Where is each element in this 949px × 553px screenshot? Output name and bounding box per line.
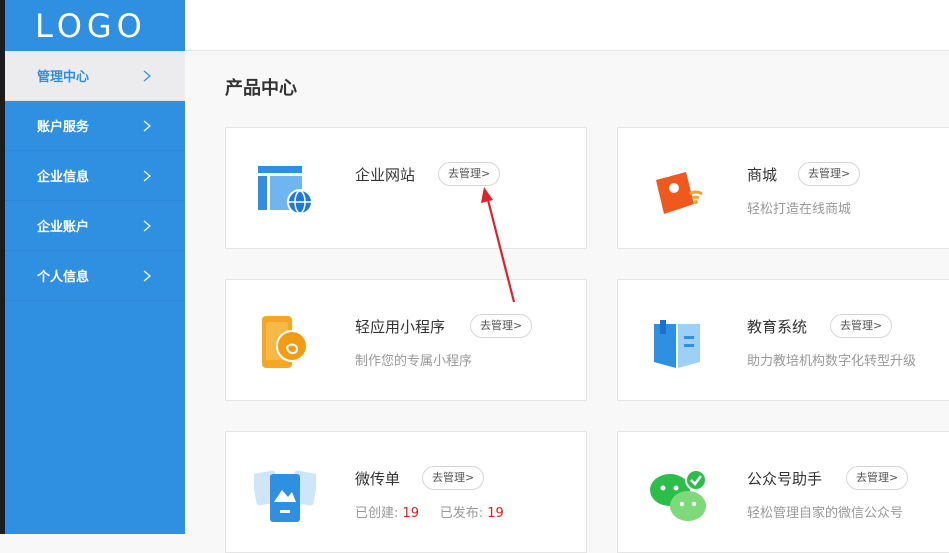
product-name: 企业网站 [355,166,416,184]
sidebar-item-account-service[interactable]: 账户服务 [5,101,185,151]
shopping-bag-icon [656,166,703,214]
logo: LOGO [35,6,147,45]
product-name: 公众号助手 [747,470,823,488]
book-icon [654,320,700,368]
sidebar-item-enterprise-account[interactable]: 企业账户 [5,201,185,251]
product-name: 商城 [747,166,778,184]
product-name: 教育系统 [747,318,808,336]
manage-button[interactable]: 去管理> [798,162,861,186]
product-name: 轻应用小程序 [355,318,446,336]
website-icon [258,166,313,215]
chevron-right-icon [143,70,151,82]
sidebar-item-label: 个人信息 [37,270,90,285]
sidebar-item-label: 账户服务 [37,120,90,135]
product-card-website: 企业网站 去管理> [225,127,587,249]
sidebar: LOGO 管理中心 账户服务 企业信息 企业账户 个人信息 [5,0,185,534]
sidebar-item-label: 企业信息 [37,170,90,185]
manage-button[interactable]: 去管理> [422,466,485,490]
top-bar [185,0,949,51]
chevron-right-icon [143,170,151,182]
product-card-official-account: 公众号助手 去管理> 轻松管理自家的微信公众号 [617,431,949,553]
mini-program-icon [262,316,308,368]
product-stats: 已创建: 19 已发布: 19 [355,502,504,521]
published-label: 已发布: [439,506,484,521]
main-content: 产品中心 企业网站 去管理> 商城 去管理> 轻松打造在线商城 轻应用小程序 去… [185,52,949,553]
product-description: 助力教培机构数字化转型升级 [747,354,917,369]
sidebar-item-management-center[interactable]: 管理中心 [5,51,185,101]
sidebar-item-label: 管理中心 [37,70,90,85]
page-title: 产品中心 [225,78,297,99]
sidebar-item-enterprise-info[interactable]: 企业信息 [5,151,185,201]
product-card-flyer: 微传单 去管理> 已创建: 19 已发布: 19 [225,431,587,553]
product-name: 微传单 [355,470,401,488]
product-description: 轻松打造在线商城 [747,202,852,217]
flyer-icon [254,470,316,522]
manage-button[interactable]: 去管理> [846,466,909,490]
sidebar-item-label: 企业账户 [37,220,90,235]
sidebar-item-personal-info[interactable]: 个人信息 [5,251,185,301]
chevron-right-icon [143,220,151,232]
published-count: 19 [487,506,504,521]
manage-button[interactable]: 去管理> [830,314,893,338]
wechat-icon [650,469,707,521]
product-card-mall: 商城 去管理> 轻松打造在线商城 [617,127,949,249]
manage-button[interactable]: 去管理> [438,162,501,186]
chevron-right-icon [143,120,151,132]
product-description: 制作您的专属小程序 [355,354,473,369]
created-count: 19 [402,506,420,521]
created-label: 已创建: [355,506,399,521]
product-description: 轻松管理自家的微信公众号 [747,506,904,521]
product-card-mini-program: 轻应用小程序 去管理> 制作您的专属小程序 [225,279,587,401]
chevron-right-icon [143,270,151,282]
product-card-education: 教育系统 去管理> 助力教培机构数字化转型升级 [617,279,949,401]
manage-button[interactable]: 去管理> [470,314,533,338]
